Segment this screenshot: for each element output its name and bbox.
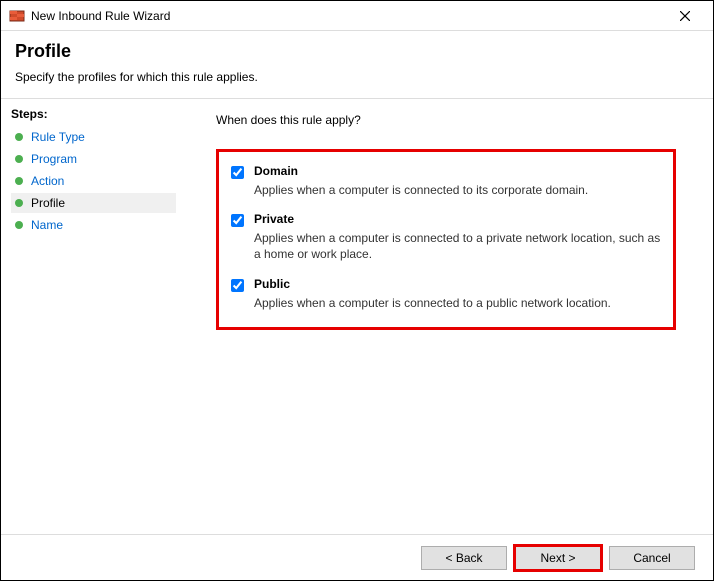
option-desc: Applies when a computer is connected to … [254, 183, 588, 197]
step-rule-type[interactable]: Rule Type [11, 127, 176, 147]
wizard-footer: < Back Next > Cancel [1, 534, 713, 580]
option-desc: Applies when a computer is connected to … [254, 231, 660, 261]
bullet-icon [15, 199, 23, 207]
checkbox-private[interactable] [231, 214, 244, 227]
titlebar: New Inbound Rule Wizard [1, 1, 713, 31]
steps-sidebar: Steps: Rule Type Program Action Profile … [1, 99, 176, 544]
close-button[interactable] [665, 2, 705, 30]
option-domain: Domain Applies when a computer is connec… [231, 164, 661, 198]
step-program[interactable]: Program [11, 149, 176, 169]
bullet-icon [15, 155, 23, 163]
firewall-icon [9, 8, 25, 24]
step-profile[interactable]: Profile [11, 193, 176, 213]
profile-question: When does this rule apply? [216, 113, 695, 127]
step-label: Rule Type [31, 130, 85, 144]
checkbox-domain[interactable] [231, 166, 244, 179]
wizard-header: Profile Specify the profiles for which t… [1, 31, 713, 99]
wizard-body: Steps: Rule Type Program Action Profile … [1, 99, 713, 544]
step-label: Profile [31, 196, 65, 210]
profiles-highlight: Domain Applies when a computer is connec… [216, 149, 676, 330]
option-label: Domain [254, 164, 588, 178]
step-action[interactable]: Action [11, 171, 176, 191]
window-title: New Inbound Rule Wizard [31, 9, 665, 23]
option-label: Public [254, 277, 611, 291]
step-name[interactable]: Name [11, 215, 176, 235]
back-button[interactable]: < Back [421, 546, 507, 570]
option-label: Private [254, 212, 661, 226]
checkbox-public[interactable] [231, 279, 244, 292]
page-title: Profile [15, 41, 699, 62]
steps-heading: Steps: [11, 107, 176, 121]
next-button[interactable]: Next > [515, 546, 601, 570]
step-label: Name [31, 218, 63, 232]
close-icon [680, 11, 690, 21]
option-private: Private Applies when a computer is conne… [231, 212, 661, 262]
wizard-window: New Inbound Rule Wizard Profile Specify … [0, 0, 714, 581]
step-label: Action [31, 174, 64, 188]
option-public: Public Applies when a computer is connec… [231, 277, 661, 311]
option-desc: Applies when a computer is connected to … [254, 296, 611, 310]
wizard-content: When does this rule apply? Domain Applie… [176, 99, 713, 544]
bullet-icon [15, 133, 23, 141]
step-label: Program [31, 152, 77, 166]
bullet-icon [15, 221, 23, 229]
cancel-button[interactable]: Cancel [609, 546, 695, 570]
page-subtitle: Specify the profiles for which this rule… [15, 70, 699, 84]
bullet-icon [15, 177, 23, 185]
